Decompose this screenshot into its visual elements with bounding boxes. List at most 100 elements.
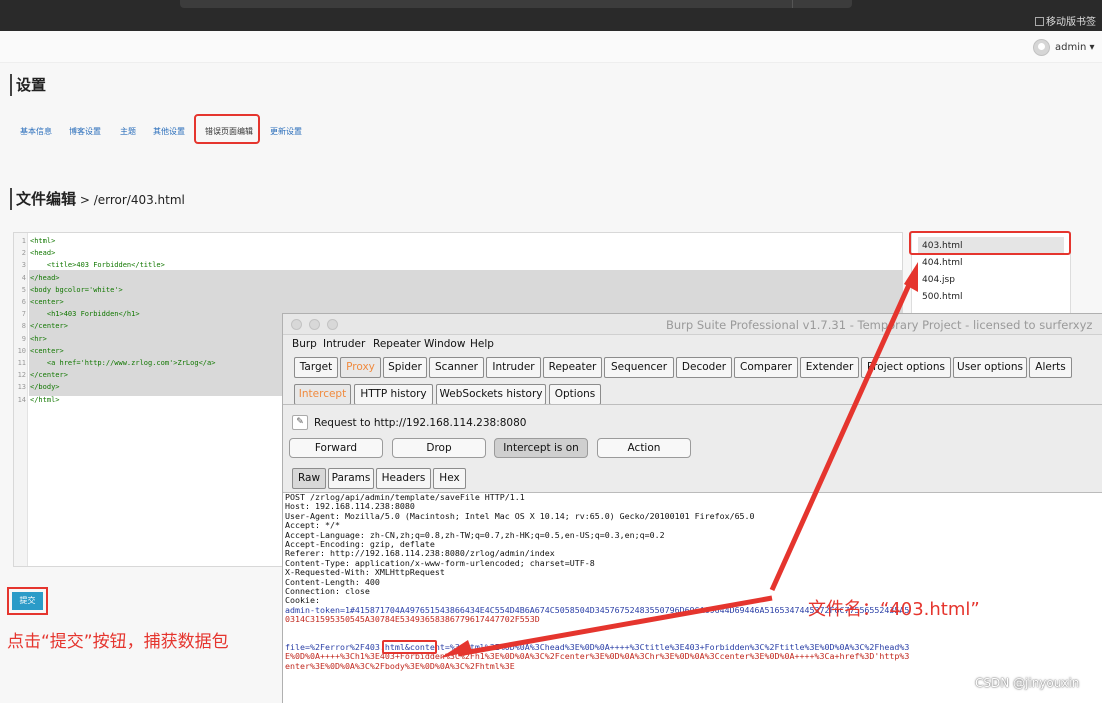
annotation-filename: 文件名：“403.html” <box>808 599 980 620</box>
code-line: 2 <head> <box>14 247 902 259</box>
editor-file-path: > /error/403.html <box>76 193 185 207</box>
tab-options[interactable]: Options <box>549 384 601 405</box>
tab-intruder[interactable]: Intruder <box>486 357 541 378</box>
file-item-404-jsp[interactable]: 404.jsp <box>922 275 955 285</box>
pencil-icon[interactable]: ✎ <box>292 415 308 430</box>
tab-divider <box>283 404 1102 405</box>
tab-alerts[interactable]: Alerts <box>1029 357 1072 378</box>
editor-heading: 文件编辑 > /error/403.html <box>10 188 185 210</box>
line-number: 5 <box>21 285 26 294</box>
line-number: 10 <box>17 346 26 355</box>
line-number: 14 <box>17 395 26 404</box>
menu-burp[interactable]: Burp <box>292 338 317 350</box>
code-text: <head> <box>30 249 56 258</box>
code-text: <a href='http://www.zrlog.com'>ZrLog</a> <box>30 359 216 367</box>
tab-spider[interactable]: Spider <box>383 357 427 378</box>
avatar-icon[interactable] <box>1033 39 1050 56</box>
cookie-admin-token-cont: 0314C31595350545A30784E53493658386779617… <box>285 614 540 625</box>
csdn-watermark: CSDN @jinyouxin <box>975 676 1080 690</box>
line-number: 13 <box>17 383 26 392</box>
address-bar-divider <box>792 0 793 8</box>
tab-target[interactable]: Target <box>294 357 338 378</box>
tab-scanner[interactable]: Scanner <box>429 357 484 378</box>
line-number: 3 <box>21 261 26 270</box>
code-text: </center> <box>30 322 68 331</box>
tab-decoder[interactable]: Decoder <box>676 357 732 378</box>
drop-button[interactable]: Drop <box>392 438 486 458</box>
tab-extender[interactable]: Extender <box>800 357 859 378</box>
tab-other-settings[interactable]: 其他设置 <box>153 126 185 137</box>
code-text: </body> <box>30 383 60 392</box>
code-text: </html> <box>30 395 60 404</box>
burp-menubar: Burp Intruder Repeater Window Help <box>283 335 1102 355</box>
tab-update-settings[interactable]: 更新设置 <box>270 126 302 137</box>
line-number: 6 <box>21 298 26 306</box>
tab-proxy[interactable]: Proxy <box>340 357 381 378</box>
line-number: 1 <box>21 237 26 245</box>
forward-button[interactable]: Forward <box>289 438 383 458</box>
tab-hex[interactable]: Hex <box>433 468 466 489</box>
code-text: <body bgcolor='white'> <box>30 285 123 294</box>
tab-comparer[interactable]: Comparer <box>734 357 798 378</box>
code-text: </center> <box>30 371 68 380</box>
code-text: <center> <box>30 298 64 306</box>
line-number: 12 <box>17 371 26 380</box>
close-window-icon[interactable] <box>291 319 302 330</box>
code-text: <center> <box>30 346 64 355</box>
menu-intruder[interactable]: Intruder <box>323 338 365 350</box>
tab-websockets-history[interactable]: WebSockets history <box>436 384 546 405</box>
bookmark-folder-icon <box>1035 17 1044 26</box>
burp-titlebar: Burp Suite Professional v1.7.31 - Tempor… <box>283 314 1102 335</box>
line-number: 9 <box>21 334 26 343</box>
code-text: <hr> <box>30 334 47 343</box>
mobile-bookmarks-label: 移动版书签 <box>1046 17 1096 28</box>
tab-raw[interactable]: Raw <box>292 468 326 489</box>
code-text: <html> <box>30 237 56 245</box>
tab-blog-settings[interactable]: 博客设置 <box>69 126 101 137</box>
tab-user-options[interactable]: User options <box>953 357 1027 378</box>
editor-title: 文件编辑 <box>16 190 77 208</box>
line-number: 7 <box>21 310 26 319</box>
tab-project-options[interactable]: Project options <box>861 357 951 378</box>
tab-repeater[interactable]: Repeater <box>543 357 602 378</box>
browser-toolbar: 移动版书签 <box>0 0 1102 31</box>
action-button[interactable]: Action <box>597 438 691 458</box>
minimize-window-icon[interactable] <box>309 319 320 330</box>
intercept-panel: ✎ Request to http://192.168.114.238:8080… <box>283 407 1102 703</box>
highlight-403-file <box>909 231 1071 255</box>
tab-headers[interactable]: Headers <box>376 468 431 489</box>
tab-theme[interactable]: 主题 <box>120 126 136 137</box>
menu-help[interactable]: Help <box>470 338 494 350</box>
code-line: 3 <title>403 Forbidden</title> <box>14 259 902 271</box>
address-bar[interactable] <box>180 0 852 8</box>
line-number: 4 <box>21 273 26 282</box>
tab-intercept[interactable]: Intercept <box>294 384 351 405</box>
submit-button[interactable]: 提交 <box>12 592 43 610</box>
code-text: <h1>403 Forbidden</h1> <box>30 310 140 319</box>
code-line: 6 <center> <box>14 296 902 308</box>
tab-http-history[interactable]: HTTP history <box>354 384 433 405</box>
highlight-submit: 提交 <box>7 587 48 615</box>
code-line: 5 <body bgcolor='white'> <box>14 284 902 296</box>
file-item-500-html[interactable]: 500.html <box>922 292 963 302</box>
code-text: </head> <box>30 273 60 282</box>
zoom-window-icon[interactable] <box>327 319 338 330</box>
burp-suite-window: Burp Suite Professional v1.7.31 - Tempor… <box>282 313 1102 703</box>
tab-params[interactable]: Params <box>328 468 374 489</box>
admin-user-menu[interactable]: admin ▾ <box>1055 42 1095 53</box>
tab-sequencer[interactable]: Sequencer <box>604 357 674 378</box>
admin-header: admin ▾ <box>0 31 1102 63</box>
intercept-toggle-button[interactable]: Intercept is on <box>494 438 588 458</box>
menu-window[interactable]: Window <box>424 338 465 350</box>
menu-repeater[interactable]: Repeater <box>373 338 421 350</box>
mobile-bookmarks[interactable]: 移动版书签 <box>1035 13 1096 28</box>
page-title: 设置 <box>10 74 46 96</box>
tab-basic-info[interactable]: 基本信息 <box>20 126 52 137</box>
line-number: 8 <box>21 322 26 331</box>
annotation-click-submit: 点击“提交”按钮，捕获数据包 <box>7 632 229 652</box>
line-number: 11 <box>17 359 26 367</box>
file-item-404-html[interactable]: 404.html <box>922 258 963 268</box>
line-number: 2 <box>21 249 26 258</box>
code-text: <title>403 Forbidden</title> <box>30 261 165 270</box>
request-line: User-Agent: Mozilla/5.0 (Macintosh; Inte… <box>285 510 755 521</box>
